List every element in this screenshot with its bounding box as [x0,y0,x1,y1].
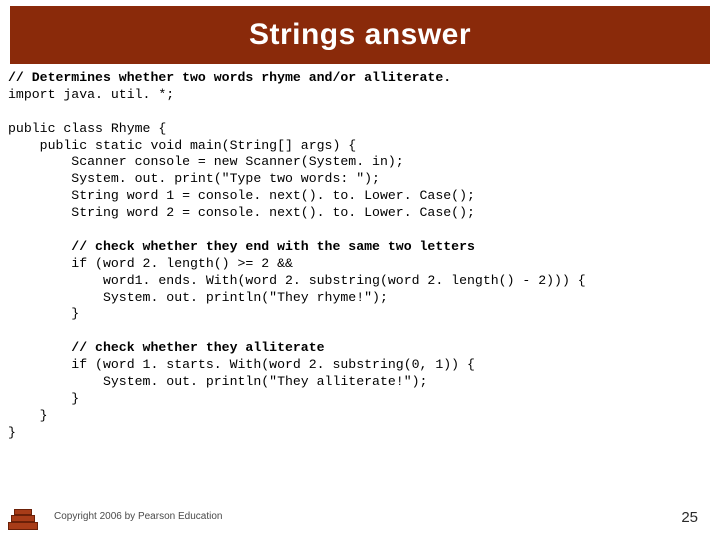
slide-title: Strings answer [249,18,471,52]
code-line: Scanner console = new Scanner(System. in… [8,154,404,169]
code-line: import java. util. *; [8,87,174,102]
slide: Strings answer // Determines whether two… [0,0,720,540]
code-line: public static void main(String[] args) { [8,138,356,153]
code-line: System. out. println("They alliterate!")… [8,374,427,389]
code-comment: // Determines whether two words rhyme an… [8,70,451,85]
code-line: String word 1 = console. next(). to. Low… [8,188,475,203]
code-line: String word 2 = console. next(). to. Low… [8,205,475,220]
copyright-text: Copyright 2006 by Pearson Education [54,511,222,522]
decorative-bricks-icon [8,504,38,530]
code-line: System. out. println("They rhyme!"); [8,290,388,305]
code-line: } [8,391,79,406]
title-bar: Strings answer [10,6,710,64]
code-line: word1. ends. With(word 2. substring(word… [8,273,586,288]
code-line: System. out. print("Type two words: "); [8,171,380,186]
code-block: // Determines whether two words rhyme an… [8,70,712,442]
code-line: if (word 1. starts. With(word 2. substri… [8,357,475,372]
page-number: 25 [681,509,698,526]
code-line: } [8,306,79,321]
code-line: } [8,408,48,423]
code-line: if (word 2. length() >= 2 && [8,256,293,271]
code-line: } [8,425,16,440]
code-comment: // check whether they alliterate [8,340,325,355]
code-line: public class Rhyme { [8,121,166,136]
code-comment: // check whether they end with the same … [8,239,475,254]
